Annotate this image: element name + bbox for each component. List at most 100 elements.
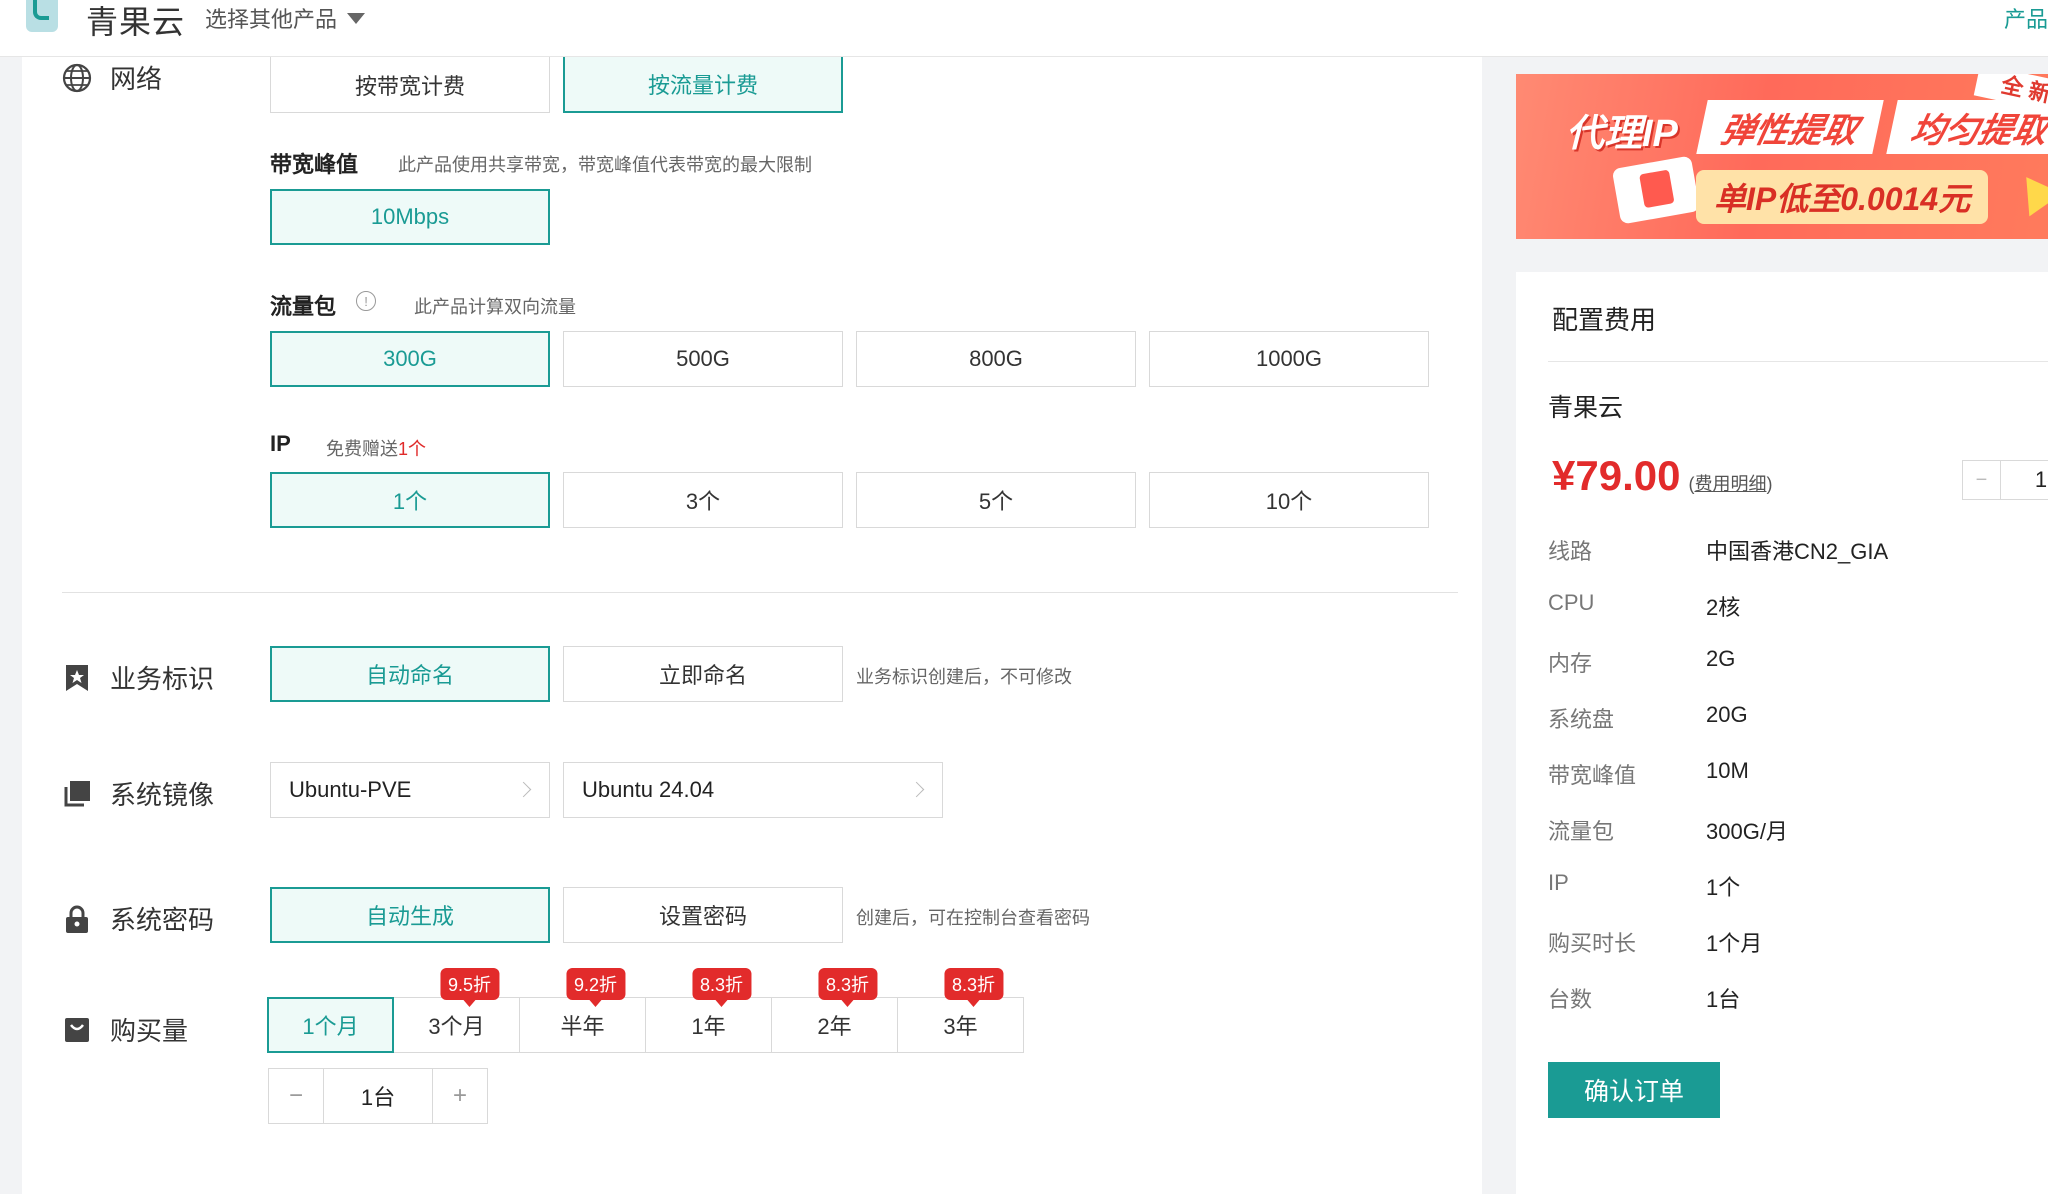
summary-qty-minus-button[interactable]: −: [1963, 461, 2001, 499]
image-version-select[interactable]: Ubuntu 24.04: [563, 762, 943, 818]
order-summary-card: 配置费用 青果云 ¥79.00 (费用明细) − 1 线路 中国香港CN2_GIA…: [1516, 272, 2048, 1194]
spec-value: 1个: [1706, 875, 1741, 900]
traffic-300g-option[interactable]: 300G: [270, 331, 550, 387]
discount-badge: 9.5折: [439, 968, 500, 1007]
summary-product-name: 青果云: [1548, 394, 1624, 422]
spec-row-traffic: 流量包 300G/月: [1548, 814, 1788, 846]
set-password-option[interactable]: 设置密码: [563, 887, 843, 943]
bandwidth-10mbps-option[interactable]: 10Mbps: [270, 189, 550, 245]
product-switch-label: 选择其他产品: [205, 7, 338, 32]
traffic-500g-option[interactable]: 500G: [563, 331, 843, 387]
system-image-label: 系统镜像: [62, 775, 214, 812]
duration-3-years[interactable]: 8.3折 3年: [897, 968, 1024, 1053]
manual-naming-option[interactable]: 立即命名: [563, 646, 843, 702]
brand-name[interactable]: 青果云: [86, 0, 185, 43]
summary-divider: [1548, 361, 2048, 362]
billing-by-bandwidth-option[interactable]: 按带宽计费: [270, 57, 550, 113]
spec-row-bandwidth: 带宽峰值 10M: [1548, 758, 1749, 790]
duration-3-months[interactable]: 9.5折 3个月: [393, 968, 520, 1053]
ip-5-option[interactable]: 5个: [856, 472, 1136, 528]
spec-key: 系统盘: [1548, 707, 1615, 732]
image-type-select[interactable]: Ubuntu-PVE: [270, 762, 550, 818]
ip-10-option[interactable]: 10个: [1149, 472, 1429, 528]
discount-badge: 8.3折: [943, 968, 1004, 1007]
nav-link-products[interactable]: 产品: [2004, 2, 2048, 34]
spec-key: 内存: [1548, 651, 1593, 676]
spec-value: 1个月: [1706, 931, 1763, 956]
spec-value: 20G: [1706, 702, 1748, 727]
spec-key: 带宽峰值: [1548, 763, 1637, 788]
duration-2-years[interactable]: 8.3折 2年: [771, 968, 898, 1053]
ip-1-option[interactable]: 1个: [270, 472, 550, 528]
globe-icon: [62, 63, 92, 93]
promo-banner[interactable]: 代理IP 弹性提取 均匀提取 全 新 单IP低至0.0014元: [1516, 74, 2048, 239]
caret-down-icon: [347, 12, 366, 24]
duration-1-month[interactable]: 1个月: [267, 997, 394, 1053]
duration-options: 1个月 9.5折 3个月 9.2折 半年 8.3折 1年 8.3折 2年 8.3…: [267, 968, 1024, 1053]
discount-badge: 8.3折: [817, 968, 878, 1007]
bandwidth-peak-title: 带宽峰值: [270, 152, 359, 177]
auto-password-option[interactable]: 自动生成: [270, 887, 550, 943]
discount-badge: 9.2折: [565, 968, 626, 1007]
price-detail: (费用明细): [1688, 474, 1773, 494]
layers-icon: [62, 779, 92, 809]
quantity-plus-button[interactable]: +: [433, 1069, 487, 1123]
business-id-hint: 业务标识创建后，不可修改: [856, 667, 1072, 687]
auto-naming-option[interactable]: 自动命名: [270, 646, 550, 702]
quantity-value[interactable]: 1台: [323, 1069, 433, 1123]
price-amount: ¥79.00: [1552, 452, 1681, 499]
duration-1-year[interactable]: 8.3折 1年: [645, 968, 772, 1053]
info-icon[interactable]: !: [356, 291, 376, 311]
network-label: 网络: [62, 59, 162, 96]
system-password-hint: 创建后，可在控制台查看密码: [856, 908, 1090, 928]
duration-label: 1个月: [302, 1014, 359, 1039]
spec-value: 10M: [1706, 758, 1749, 783]
spec-row-count: 台数 1台: [1548, 982, 1740, 1014]
spec-key: 台数: [1548, 987, 1593, 1012]
system-password-label-text: 系统密码: [110, 905, 215, 935]
traffic-package-hint: 此产品计算双向流量: [414, 297, 576, 317]
summary-qty-value[interactable]: 1: [2001, 461, 2048, 499]
duration-label: 3个月: [428, 1014, 485, 1039]
fee-detail-link[interactable]: 费用明细: [1694, 474, 1766, 494]
product-switch-dropdown[interactable]: 选择其他产品: [205, 2, 366, 34]
spec-value: 300G/月: [1706, 819, 1788, 844]
spec-row-line: 线路 中国香港CN2_GIA: [1548, 534, 1888, 566]
ip-3-option[interactable]: 3个: [563, 472, 843, 528]
duration-half-year[interactable]: 9.2折 半年: [519, 968, 646, 1053]
traffic-1000g-option[interactable]: 1000G: [1149, 331, 1429, 387]
chevron-right-icon: [908, 781, 925, 798]
confirm-order-button[interactable]: 确认订单: [1548, 1062, 1720, 1118]
purchase-amount-label: 购买量: [62, 1011, 188, 1048]
spec-row-cpu: CPU 2核: [1548, 590, 1740, 622]
spec-value: 1台: [1706, 987, 1741, 1012]
chevron-right-icon: [515, 781, 532, 798]
banner-title-elastic: 弹性提取: [1696, 100, 1884, 154]
lock-icon: [62, 904, 92, 934]
section-divider: [62, 592, 1458, 593]
gift-envelope-icon: [1611, 155, 1701, 225]
quantity-minus-button[interactable]: −: [269, 1069, 323, 1123]
spec-row-ip: IP 1个: [1548, 870, 1740, 902]
logo-icon[interactable]: [26, 0, 58, 32]
shopping-bag-icon: [62, 1015, 92, 1045]
billing-by-traffic-option[interactable]: 按流量计费: [563, 57, 843, 113]
spec-key: 购买时长: [1548, 931, 1637, 956]
purchase-amount-label-text: 购买量: [110, 1016, 189, 1046]
summary-quantity-stepper: − 1: [1962, 460, 2048, 500]
cursor-arrow-icon: [2009, 165, 2048, 217]
discount-badge: 8.3折: [691, 968, 752, 1007]
spec-value: 中国香港CN2_GIA: [1706, 539, 1889, 564]
bandwidth-peak-hint: 此产品使用共享带宽，带宽峰值代表带宽的最大限制: [398, 155, 812, 175]
duration-label: 半年: [560, 1014, 605, 1039]
duration-label: 3年: [943, 1014, 978, 1039]
spec-key: IP: [1548, 870, 1569, 895]
traffic-800g-option[interactable]: 800G: [856, 331, 1136, 387]
spec-key: CPU: [1548, 590, 1595, 615]
duration-label: 2年: [817, 1014, 852, 1039]
spec-row-duration: 购买时长 1个月: [1548, 926, 1762, 958]
spec-key: 线路: [1548, 539, 1593, 564]
network-label-text: 网络: [110, 64, 163, 94]
spec-value: 2G: [1706, 646, 1736, 671]
summary-price: ¥79.00 (费用明细): [1552, 452, 1772, 500]
